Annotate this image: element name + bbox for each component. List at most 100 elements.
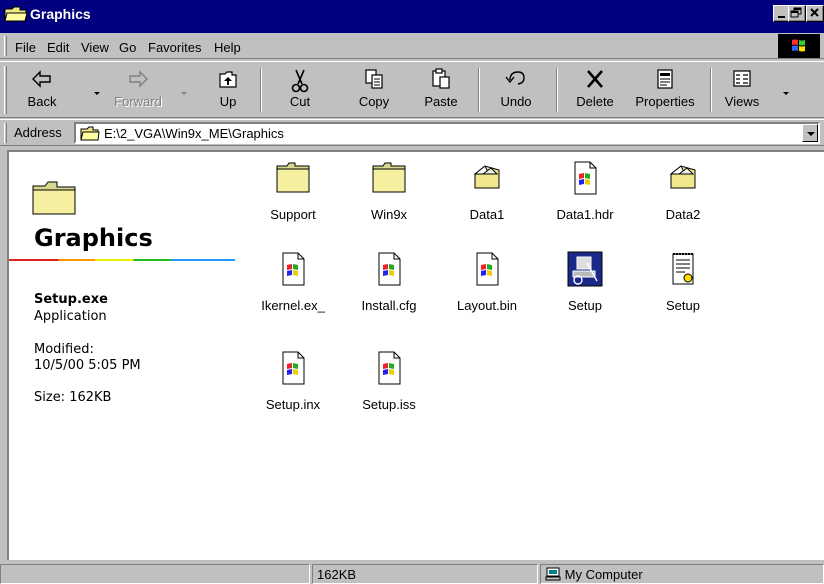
copy-button[interactable]: Copy [352,68,396,114]
file-icon [282,351,305,385]
file-item-setup-exe[interactable]: Setup [535,251,635,331]
forward-button[interactable]: Forward [112,68,164,114]
file-item-install-cfg[interactable]: Install.cfg [339,251,439,331]
address-grip[interactable] [4,123,7,143]
file-name: Data1.hdr [556,207,614,222]
back-label: Back [27,94,57,109]
back-dropdown[interactable] [94,92,100,95]
status-bar: 162KB My Computer [0,562,824,584]
close-button[interactable] [806,5,824,22]
menu-grip[interactable] [4,36,7,56]
properties-button[interactable]: Properties [630,68,700,114]
folder-icon [372,162,406,193]
file-icon [378,252,401,286]
setup-ini-icon [672,253,694,285]
window-title: Graphics [30,6,91,22]
file-name: Layout.bin [457,298,517,313]
paste-label: Paste [424,94,458,109]
folder-icon [4,5,28,23]
file-item-win9x[interactable]: Win9x [339,160,439,240]
selected-file-type: Application [34,309,107,324]
address-value: E:\2_VGA\Win9x_ME\Graphics [104,126,284,141]
file-name: Install.cfg [361,298,417,313]
paste-button[interactable]: Paste [419,68,463,114]
standard-toolbar: Back Forward Up Cut Copy Paste Undo Dele… [0,61,824,118]
delete-x-icon [587,70,603,88]
delete-button[interactable]: Delete [572,68,618,114]
modified-label: Modified: [34,342,94,357]
setup-exe-icon [567,251,603,287]
file-name: Setup [568,298,602,313]
restore-icon [790,7,802,18]
cut-button[interactable]: Cut [282,68,318,114]
menu-file[interactable]: File [15,40,36,55]
scissors-icon [291,69,309,93]
cabinet-icon [473,165,500,189]
file-item-data2[interactable]: Data2 [633,160,733,240]
status-size: 162KB [317,567,357,582]
close-icon [810,8,819,17]
toolbar-separator [556,68,558,112]
folder-icon [276,162,310,193]
address-label: Address [14,125,62,140]
toolbar-separator [710,68,712,112]
address-input[interactable]: E:\2_VGA\Win9x_ME\Graphics [74,122,820,144]
status-pane-size: 162KB [312,564,538,584]
file-name: Support [270,207,316,222]
file-name: Win9x [370,207,408,222]
file-icon [476,252,499,286]
delete-label: Delete [576,94,614,109]
views-dropdown[interactable] [783,92,789,95]
menu-favorites[interactable]: Favorites [148,40,201,55]
menu-view[interactable]: View [81,40,109,55]
properties-icon [657,69,673,89]
selected-file-name: Setup.exe [34,292,108,307]
forward-dropdown[interactable] [181,92,187,95]
file-item-ikernel[interactable]: Ikernel.ex_ [243,251,343,331]
file-name: Setup [666,298,700,313]
file-item-layout-bin[interactable]: Layout.bin [437,251,537,331]
folder-icon [31,180,77,219]
menu-edit[interactable]: Edit [47,40,69,55]
file-item-data1-hdr[interactable]: Data1.hdr [535,160,635,240]
toolbar-grip[interactable] [4,66,7,114]
status-pane-message [0,564,310,584]
restore-button[interactable] [788,5,806,22]
copy-icon [365,69,383,89]
menu-go[interactable]: Go [119,40,136,55]
file-name: Data2 [665,207,701,222]
toolbar-separator [260,68,262,112]
folder-view[interactable]: Graphics Setup.exe Application Modified:… [7,150,824,560]
file-name: Ikernel.ex_ [261,298,325,313]
up-button[interactable]: Up [210,68,246,114]
toolbar-separator [478,68,480,112]
back-button[interactable]: Back [24,68,60,114]
windows-logo [778,34,820,58]
undo-label: Undo [500,94,532,109]
forward-label: Forward [114,94,162,109]
rainbow-divider [9,259,235,261]
status-pane-zone: My Computer [540,564,824,584]
file-item-data1[interactable]: Data1 [437,160,537,240]
file-item-support[interactable]: Support [243,160,343,240]
file-item-setup-ini[interactable]: Setup [633,251,733,331]
undo-button[interactable]: Undo [496,68,536,114]
copy-label: Copy [358,94,390,109]
file-icon [574,161,597,195]
file-name: Data1 [469,207,505,222]
address-dropdown-button[interactable] [802,124,818,142]
status-zone: My Computer [564,567,643,582]
folder-title: Graphics [34,224,153,252]
menu-help[interactable]: Help [214,40,241,55]
file-name: Setup.inx [265,397,321,412]
views-icon [733,70,751,87]
back-arrow-icon [32,70,51,88]
up-label: Up [219,94,237,109]
views-button[interactable]: Views [720,68,764,114]
file-item-setup-iss[interactable]: Setup.iss [339,350,439,430]
file-item-setup-inx[interactable]: Setup.inx [243,350,343,430]
forward-arrow-icon [129,70,148,88]
cut-label: Cut [289,94,311,109]
properties-label: Properties [635,94,695,109]
title-bar[interactable]: Graphics [0,0,824,33]
